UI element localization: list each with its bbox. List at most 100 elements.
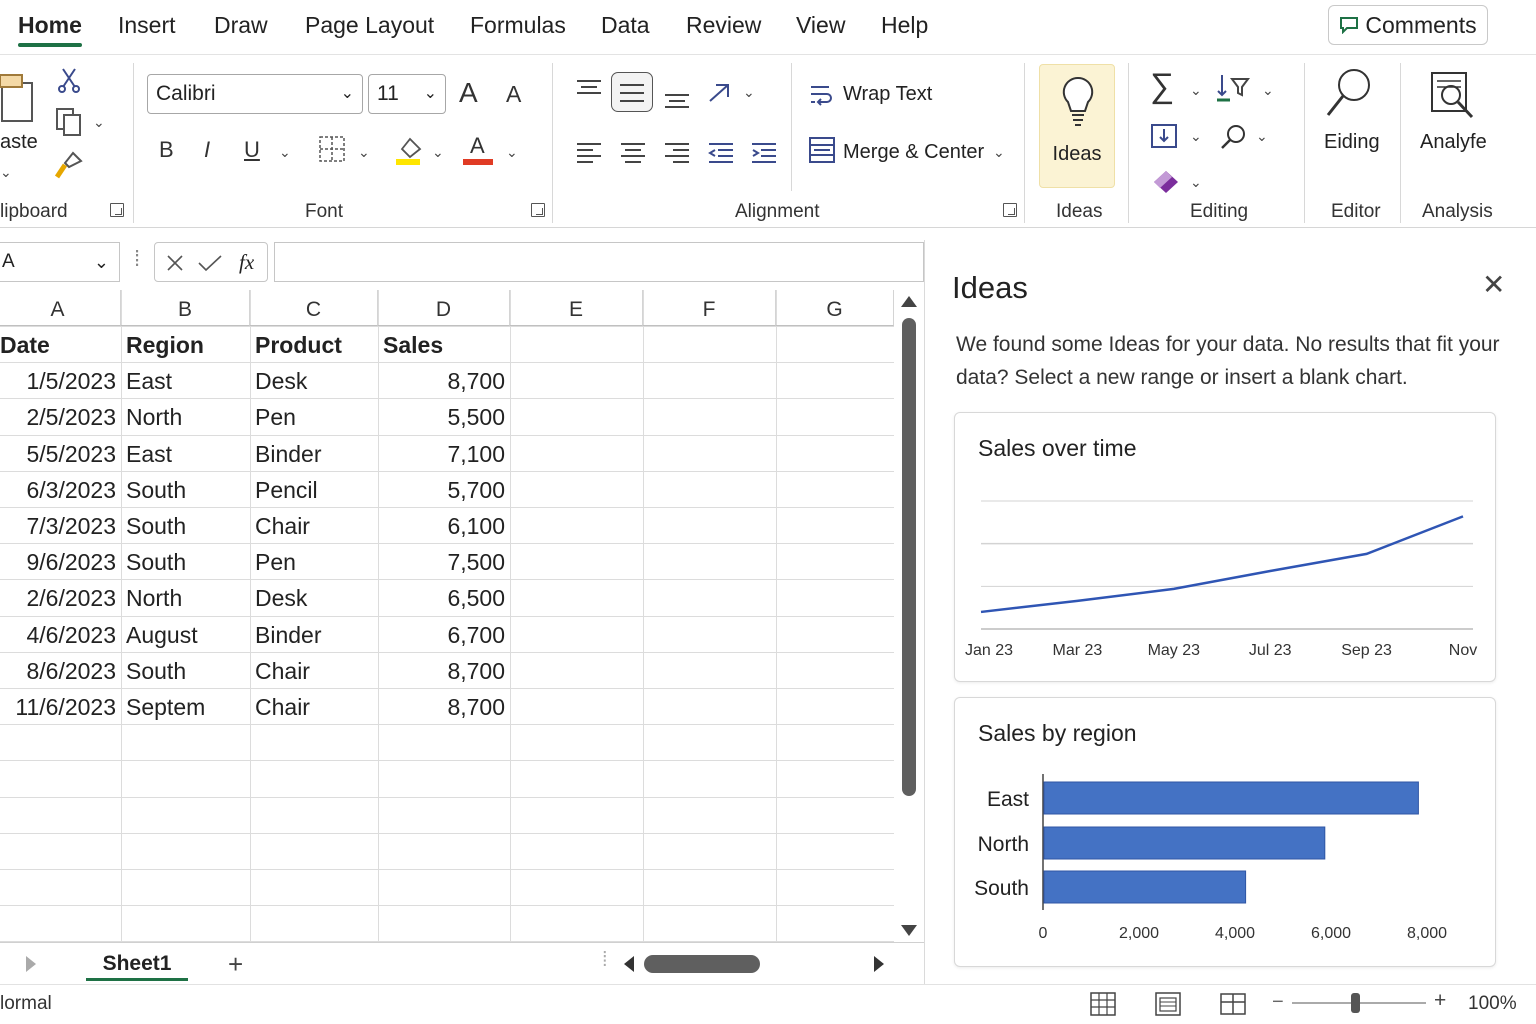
top-align-icon[interactable] [576,79,602,101]
sort-filter-icon[interactable] [1216,73,1250,103]
cell[interactable]: 6,500 [378,579,510,615]
clear-eraser-icon[interactable] [1152,169,1180,195]
normal-view-icon[interactable] [1090,992,1116,1016]
cell[interactable]: Product [250,326,378,362]
underline-chevron-icon[interactable]: ⌄ [279,145,291,159]
copy-chevron-icon[interactable]: ⌄ [93,115,105,129]
paste-button[interactable]: aste ⌄ [0,65,40,179]
cell[interactable]: 5/5/2023 [0,435,121,471]
cell[interactable]: 4/6/2023 [0,616,121,652]
cell[interactable]: Pen [250,398,378,434]
cell[interactable]: 5,500 [378,398,510,434]
spreadsheet-grid[interactable]: ABCDEFG Date Region Product Sales 1/5/2023 Ea… [0,290,894,942]
cell[interactable]: Sales [378,326,510,362]
cell[interactable]: 6,700 [378,616,510,652]
align-left-icon[interactable] [576,141,602,165]
column-header-c[interactable]: C [250,290,378,326]
font-color-chevron-icon[interactable]: ⌄ [506,145,518,159]
zoom-slider-thumb[interactable] [1351,993,1360,1013]
borders-icon[interactable] [318,135,346,163]
insert-function-icon[interactable]: fx [239,250,254,275]
tab-insert[interactable]: Insert [118,12,176,39]
cell[interactable]: Desk [250,362,378,398]
cell[interactable]: 2/6/2023 [0,579,121,615]
find-chevron-icon[interactable]: ⌄ [1256,129,1268,143]
cell[interactable]: Chair [250,507,378,543]
tab-data[interactable]: Data [601,12,650,39]
fill-color-chevron-icon[interactable]: ⌄ [432,145,444,159]
sheet-nav-icon[interactable] [24,955,38,973]
enter-check-icon[interactable] [197,253,223,273]
zoom-level[interactable]: 100% [1468,993,1517,1015]
tab-draw[interactable]: Draw [214,12,268,39]
cell[interactable]: North [121,398,250,434]
sheet-tab-sheet1[interactable]: Sheet1 [86,943,188,981]
cancel-icon[interactable] [165,253,185,273]
tab-split-grip-icon[interactable]: ⁞ [602,949,608,972]
cell[interactable]: Binder [250,616,378,652]
formula-bar-grip-icon[interactable]: ⁞ [134,246,140,272]
scroll-right-icon[interactable] [872,955,886,973]
cell[interactable]: South [121,471,250,507]
cut-icon[interactable] [57,67,81,93]
bottom-align-icon[interactable] [664,89,690,111]
fill-icon[interactable] [1150,123,1180,151]
scroll-left-icon[interactable] [622,955,636,973]
underline-button[interactable]: U [244,139,260,161]
cell[interactable]: 6,100 [378,507,510,543]
cell[interactable]: Pencil [250,471,378,507]
scroll-up-icon[interactable] [900,294,918,308]
column-header-g[interactable]: G [776,290,894,326]
tab-review[interactable]: Review [686,12,761,39]
column-header-b[interactable]: B [121,290,250,326]
page-layout-view-icon[interactable] [1155,992,1181,1016]
formula-input[interactable] [274,242,924,282]
cell[interactable]: South [121,543,250,579]
cell[interactable]: South [121,652,250,688]
tab-home[interactable]: Home [18,12,82,39]
italic-button[interactable]: I [204,139,210,161]
scroll-down-icon[interactable] [900,924,918,938]
name-box[interactable]: A ⌄ [0,242,120,282]
font-size-dropdown[interactable]: 11 ⌄ [368,74,446,114]
cell[interactable]: 8,700 [378,652,510,688]
clear-chevron-icon[interactable]: ⌄ [1190,175,1202,189]
cell[interactable]: Binder [250,435,378,471]
middle-align-button[interactable] [611,72,653,112]
wrap-text-button[interactable]: Wrap Text [809,79,959,113]
cell[interactable]: 8,700 [378,688,510,724]
cell[interactable]: 11/6/2023 [0,688,121,724]
idea-card-line-chart[interactable]: Sales over time Jan 23 Mar 23 May 23 Jul 23… [954,412,1496,682]
cell[interactable]: Date [0,326,121,362]
orientation-chevron-icon[interactable]: ⌄ [743,85,755,99]
cell[interactable]: 7/3/2023 [0,507,121,543]
bold-button[interactable]: B [159,139,174,161]
decrease-indent-icon[interactable] [708,141,734,165]
tab-help[interactable]: Help [881,12,928,39]
font-launcher-icon[interactable] [531,203,545,217]
cell[interactable]: 7,100 [378,435,510,471]
increase-indent-icon[interactable] [751,141,777,165]
align-right-icon[interactable] [664,141,690,165]
tab-view[interactable]: View [796,12,845,39]
cell[interactable]: East [121,362,250,398]
alignment-launcher-icon[interactable] [1003,203,1017,217]
cell[interactable]: Pen [250,543,378,579]
cell[interactable]: 8/6/2023 [0,652,121,688]
borders-chevron-icon[interactable]: ⌄ [358,145,370,159]
copy-icon[interactable] [55,107,83,137]
fill-color-icon[interactable] [396,135,426,167]
idea-card-bar-chart[interactable]: Sales by region East North South 0 2,000 4,00… [954,697,1496,967]
page-break-view-icon[interactable] [1220,992,1246,1016]
find-select-icon[interactable] [1220,123,1248,151]
zoom-in-button[interactable]: + [1434,989,1446,1013]
vertical-scroll-thumb[interactable] [902,318,916,796]
vertical-scrollbar[interactable] [896,290,922,942]
autosum-icon[interactable]: ∑ [1150,69,1174,103]
sort-filter-chevron-icon[interactable]: ⌄ [1262,83,1274,97]
column-header-e[interactable]: E [510,290,643,326]
cell[interactable]: Region [121,326,250,362]
add-sheet-button[interactable]: + [228,949,243,980]
autosum-chevron-icon[interactable]: ⌄ [1190,83,1202,97]
cell[interactable]: Chair [250,652,378,688]
